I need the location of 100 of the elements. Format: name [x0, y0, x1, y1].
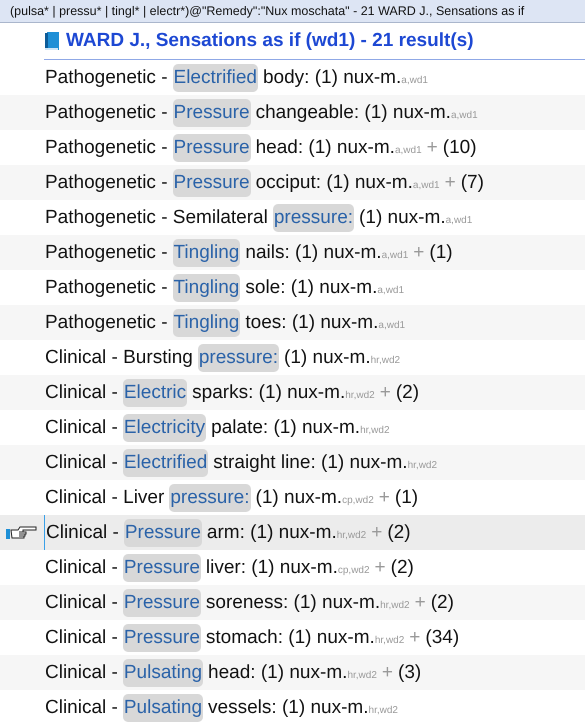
- plus-sign: +: [413, 242, 424, 264]
- source-reference: a,wd1: [377, 284, 404, 296]
- rubric-text: Pathogenetic - Semilateral: [45, 206, 268, 228]
- plus-sign: +: [374, 556, 386, 578]
- rubric-text: Pathogenetic -: [45, 136, 168, 158]
- rubric-text: Clinical - Bursting: [45, 346, 193, 368]
- source-reference: hr,wd2: [345, 390, 375, 400]
- source-reference: cp,wd2: [342, 494, 374, 506]
- search-match: pressure:: [272, 204, 354, 232]
- search-match: Electricity: [122, 414, 206, 442]
- remedy-count: (1): [429, 242, 453, 264]
- rubric-text: Clinical -: [45, 626, 118, 648]
- rubric-text: Pathogenetic -: [45, 242, 168, 264]
- rubric-text: Pathogenetic -: [45, 312, 168, 334]
- plus-sign: +: [371, 522, 382, 544]
- rubric-text: soreness: (1) nux-m.: [206, 592, 380, 614]
- search-match: Electrified: [122, 448, 208, 476]
- search-match: Pressure: [122, 624, 201, 652]
- result-row[interactable]: Pathogenetic - Pressure occiput: (1) nux-m.a,wd1 + (7): [0, 165, 585, 200]
- result-row[interactable]: Clinical - Electric sparks: (1) nux-m.hr,wd2 + (2): [0, 375, 585, 410]
- plus-sign: +: [444, 172, 456, 194]
- plus-sign: +: [378, 486, 390, 508]
- remedy-count: (34): [425, 626, 460, 648]
- results-heading: WARD J., Sensations as if (wd1) - 21 result(s): [66, 30, 474, 52]
- rubric-text: Clinical -: [46, 522, 119, 544]
- search-match: Electric: [122, 378, 188, 406]
- remedy-count: (3): [398, 662, 422, 684]
- rubric-text: Clinical - Liver: [45, 486, 164, 508]
- plus-sign: +: [414, 592, 426, 614]
- search-match: Pressure: [172, 168, 251, 196]
- result-row[interactable]: Clinical - Pulsating head: (1) nux-m.hr,wd2 + (3): [0, 655, 585, 690]
- search-match: pressure:: [169, 484, 251, 512]
- rubric-text: stomach: (1) nux-m.: [206, 626, 375, 648]
- rubric-text: Pathogenetic -: [45, 102, 168, 124]
- rubric-text: palate: (1) nux-m.: [211, 416, 360, 438]
- rubric-text: Clinical -: [45, 382, 118, 404]
- result-row[interactable]: Clinical - Pressure arm: (1) nux-m.hr,wd2 + (2): [0, 515, 585, 550]
- source-reference: a,wd1: [394, 144, 422, 156]
- rubric-text: (1) nux-m.: [284, 346, 371, 368]
- rubric-text: Pathogenetic -: [45, 276, 168, 298]
- rubric-text: body: (1) nux-m.: [262, 66, 402, 88]
- source-reference: hr,wd2: [374, 634, 404, 646]
- rubric-text: sparks: (1) nux-m.: [192, 382, 346, 404]
- source-reference: cp,wd2: [338, 564, 370, 576]
- search-match: Pulsating: [122, 694, 204, 722]
- source-reference: hr,wd2: [336, 530, 366, 540]
- rubric-text: sole: (1) nux-m.: [245, 276, 378, 298]
- rubric-text: toes: (1) nux-m.: [245, 312, 378, 334]
- result-row[interactable]: Pathogenetic - Tingling toes: (1) nux-m.a,wd1: [0, 305, 585, 340]
- source-reference: hr,wd2: [370, 354, 400, 366]
- result-row[interactable]: Clinical - Pressure soreness: (1) nux-m.hr,wd2 + (2): [0, 585, 585, 620]
- search-match: Pressure: [172, 134, 251, 162]
- result-row[interactable]: Clinical - Electrified straight line: (1) nux-m.hr,wd2: [0, 445, 585, 480]
- rubric-text: Pathogenetic -: [45, 66, 168, 88]
- rubric-text: Clinical -: [45, 696, 118, 718]
- rubric-text: Clinical -: [45, 452, 118, 474]
- source-reference: a,wd1: [401, 74, 428, 86]
- remedy-count: (1): [394, 486, 418, 508]
- search-match: Pressure: [124, 518, 202, 546]
- search-match: pressure:: [198, 344, 280, 372]
- source-reference: a,wd1: [378, 320, 406, 330]
- rubric-text: Clinical -: [45, 592, 118, 614]
- remedy-count: (2): [387, 522, 411, 544]
- remedy-count: (7): [460, 172, 484, 194]
- source-reference: hr,wd2: [408, 460, 438, 470]
- source-reference: a,wd1: [382, 250, 408, 260]
- rubric-text: occiput: (1) nux-m.: [256, 172, 413, 194]
- rubric-text: Clinical -: [45, 662, 118, 684]
- source-reference: a,wd1: [412, 180, 440, 190]
- window-title: (pulsa* | pressu* | tingl* | electr*)@"Remedy":"Nux moschata" - 21 WARD J., Sensations as if: [0, 0, 585, 23]
- plus-sign: +: [409, 626, 420, 648]
- result-row[interactable]: Pathogenetic - Tingling nails: (1) nux-m.a,wd1 + (1): [0, 235, 585, 270]
- search-match: Tingling: [172, 238, 240, 266]
- plus-sign: +: [426, 136, 438, 158]
- source-reference: hr,wd2: [360, 424, 390, 436]
- rubric-text: head: (1) nux-m.: [208, 662, 348, 684]
- source-reference: hr,wd2: [380, 600, 410, 610]
- source-reference: a,wd1: [446, 214, 472, 226]
- search-match: Pressure: [172, 98, 251, 126]
- rubric-text: head: (1) nux-m.: [256, 136, 395, 158]
- search-match: Pressure: [122, 588, 201, 616]
- source-reference: a,wd1: [450, 110, 478, 120]
- search-match: Pressure: [122, 554, 201, 582]
- rubric-text: changeable: (1) nux-m.: [256, 102, 451, 124]
- source-reference: hr,wd2: [368, 704, 398, 716]
- rubric-text: (1) nux-m.: [256, 486, 342, 508]
- rubric-text: nails: (1) nux-m.: [245, 242, 382, 264]
- plus-sign: +: [382, 662, 394, 684]
- remedy-count: (2): [430, 592, 454, 614]
- search-match: Tingling: [172, 274, 240, 302]
- remedy-count: (2): [396, 382, 420, 404]
- rubric-text: arm: (1) nux-m.: [206, 522, 337, 544]
- book-icon: [44, 31, 60, 51]
- remedy-count: (2): [390, 556, 414, 578]
- rubric-text: vessels: (1) nux-m.: [208, 696, 369, 718]
- rubric-text: Clinical -: [45, 416, 118, 438]
- remedy-count: (10): [442, 136, 477, 158]
- result-row[interactable]: Pathogenetic - Pressure changeable: (1) nux-m.a,wd1: [0, 95, 585, 130]
- rubric-text: straight line: (1) nux-m.: [213, 452, 408, 474]
- rubric-text: (1) nux-m.: [359, 206, 446, 228]
